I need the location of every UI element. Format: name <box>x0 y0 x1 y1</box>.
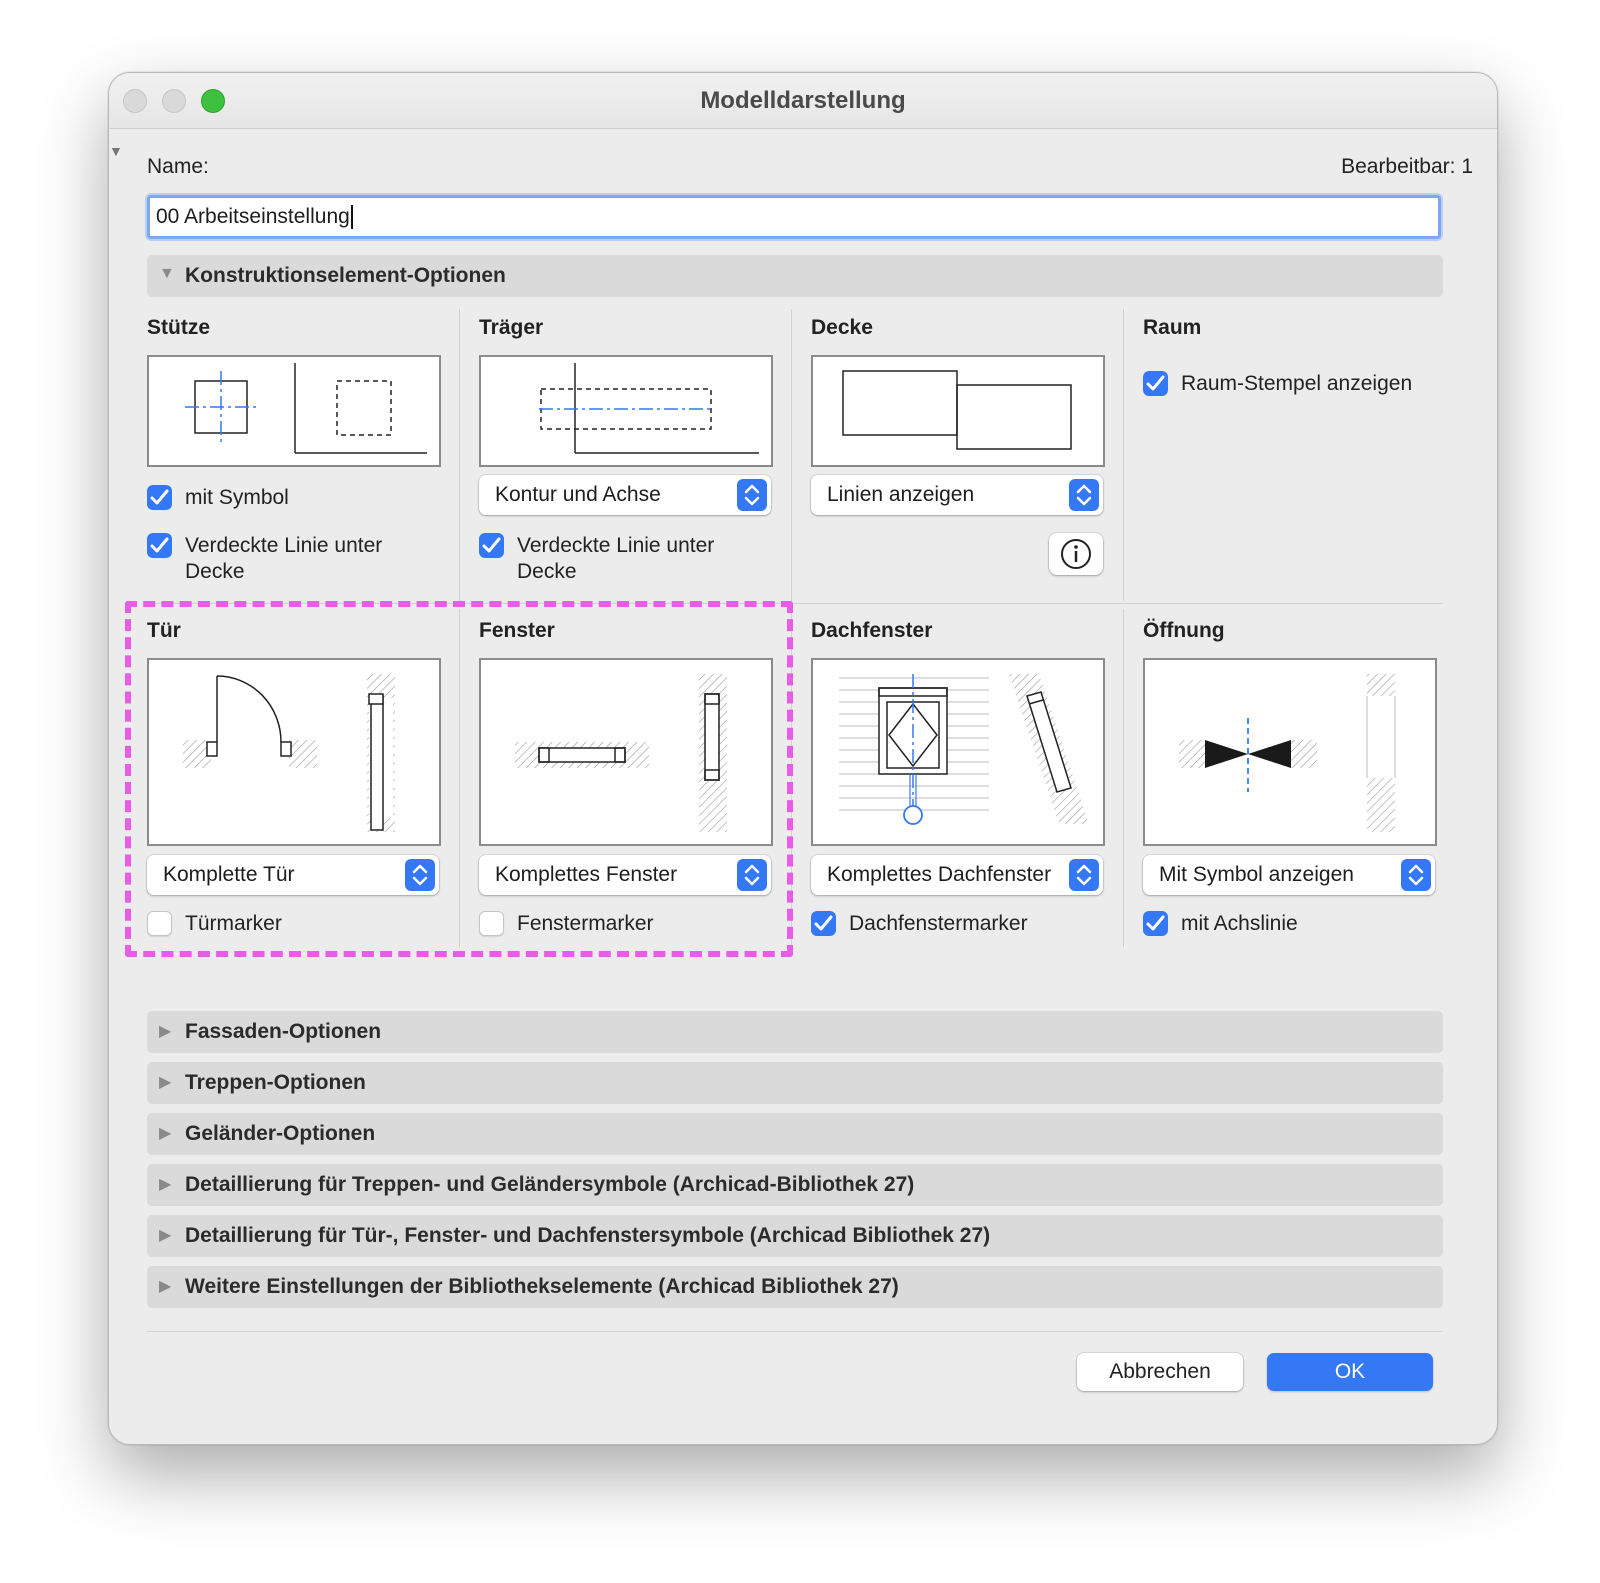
heading-traeger: Träger <box>479 316 544 339</box>
traeger-hidden-line-text-2: Decke <box>517 560 577 583</box>
traeger-select-value: Kontur und Achse <box>495 483 661 506</box>
highlight-annotation <box>125 601 793 957</box>
disclosure-closed-icon: ▶ <box>159 1125 172 1142</box>
oeffnung-display-select[interactable]: Mit Symbol anzeigen <box>1143 855 1435 895</box>
traeger-hidden-line-checkbox[interactable] <box>479 533 504 558</box>
disclosure-open-icon: ▼ <box>159 265 175 282</box>
section-fassaden-options[interactable]: ▶ Fassaden-Optionen <box>147 1011 1443 1053</box>
traeger-hidden-line-label: Verdeckte Linie unter Decke <box>517 533 714 585</box>
raum-stamp-checkbox[interactable] <box>1143 371 1168 396</box>
editable-count-label: Bearbeitbar: 1 <box>1341 155 1473 178</box>
section-gelaender-options[interactable]: ▶ Geländer-Optionen <box>147 1113 1443 1155</box>
select-stepper-icon <box>1069 859 1099 891</box>
section-treppen-options[interactable]: ▶ Treppen-Optionen <box>147 1062 1443 1104</box>
name-label: Name: <box>147 155 209 178</box>
title-bar: Modelldarstellung <box>109 73 1497 129</box>
section-construction-options[interactable]: ▼ Konstruktionselement-Optionen <box>147 255 1443 297</box>
stuetze-hidden-line-text-2: Decke <box>185 560 245 583</box>
name-field-value: 00 Arbeitseinstellung <box>156 205 350 228</box>
window-title: Modelldarstellung <box>700 87 906 114</box>
select-stepper-icon <box>1069 479 1099 511</box>
stuetze-hidden-line-text-1: Verdeckte Linie unter <box>185 534 383 557</box>
info-button[interactable] <box>1049 533 1103 575</box>
heading-oeffnung: Öffnung <box>1143 619 1225 642</box>
mit-symbol-label: mit Symbol <box>185 486 289 509</box>
slab-preview <box>811 355 1105 467</box>
stuetze-hidden-line-checkbox[interactable] <box>147 533 172 558</box>
heading-stuetze: Stütze <box>147 316 210 339</box>
skylight-preview <box>811 658 1105 846</box>
section-label: Treppen-Optionen <box>185 1071 366 1094</box>
section-label: Weitere Einstellungen der Bibliotheksele… <box>185 1275 899 1298</box>
dachfenster-display-select[interactable]: Komplettes Dachfenster <box>811 855 1103 895</box>
section-construction-label: Konstruktionselement-Optionen <box>185 264 506 287</box>
decke-display-select[interactable]: Linien anzeigen <box>811 475 1103 515</box>
section-label: Detaillierung für Tür-, Fenster- und Dac… <box>185 1224 991 1247</box>
text-caret <box>350 205 353 230</box>
section-stair-railing-detail[interactable]: ▶ Detaillierung für Treppen- und Gelände… <box>147 1164 1443 1206</box>
traeger-hidden-line-text-1: Verdeckte Linie unter <box>517 534 715 557</box>
dachfenster-select-value: Komplettes Dachfenster <box>827 863 1052 886</box>
section-label: Detaillierung für Treppen- und Geländers… <box>185 1173 915 1196</box>
section-library-settings[interactable]: ▶ Weitere Einstellungen der Bibliothekse… <box>147 1266 1443 1308</box>
dachfenstermarker-label: Dachfenstermarker <box>849 912 1028 935</box>
corner-triangle-icon: ▼ <box>109 143 123 159</box>
stuetze-hidden-line-label: Verdeckte Linie unter Decke <box>185 533 382 585</box>
column-divider <box>459 309 460 601</box>
footer-divider <box>147 1331 1443 1332</box>
achslinie-label: mit Achslinie <box>1181 912 1298 935</box>
disclosure-closed-icon: ▶ <box>159 1176 172 1193</box>
section-door-window-detail[interactable]: ▶ Detaillierung für Tür-, Fenster- und D… <box>147 1215 1443 1257</box>
beam-preview <box>479 355 773 467</box>
achslinie-checkbox[interactable] <box>1143 911 1168 936</box>
column-divider <box>1123 609 1124 947</box>
name-field[interactable]: 00 Arbeitseinstellung <box>147 195 1441 239</box>
opening-preview <box>1143 658 1437 846</box>
section-label: Fassaden-Optionen <box>185 1020 382 1043</box>
raum-stamp-label: Raum-Stempel anzeigen <box>1181 372 1413 395</box>
ok-button[interactable]: OK <box>1267 1353 1433 1391</box>
dialog-window: Modelldarstellung ▼ Name: Bearbeitbar: 1… <box>108 72 1498 1445</box>
dachfenstermarker-checkbox[interactable] <box>811 911 836 936</box>
disclosure-closed-icon: ▶ <box>159 1074 172 1091</box>
oeffnung-select-value: Mit Symbol anzeigen <box>1159 863 1354 886</box>
disclosure-closed-icon: ▶ <box>159 1227 172 1244</box>
traeger-display-select[interactable]: Kontur und Achse <box>479 475 771 515</box>
select-stepper-icon <box>737 479 767 511</box>
cancel-button[interactable]: Abbrechen <box>1077 1353 1243 1391</box>
mit-symbol-checkbox[interactable] <box>147 485 172 510</box>
disclosure-closed-icon: ▶ <box>159 1023 172 1040</box>
column-divider <box>1123 309 1124 601</box>
disclosure-closed-icon: ▶ <box>159 1278 172 1295</box>
section-label: Geländer-Optionen <box>185 1122 376 1145</box>
heading-decke: Decke <box>811 316 873 339</box>
column-preview <box>147 355 441 467</box>
select-stepper-icon <box>1401 859 1431 891</box>
heading-dachfenster: Dachfenster <box>811 619 933 642</box>
heading-raum: Raum <box>1143 316 1202 339</box>
info-icon <box>1061 539 1091 569</box>
decke-select-value: Linien anzeigen <box>827 483 975 506</box>
column-divider <box>791 309 792 601</box>
